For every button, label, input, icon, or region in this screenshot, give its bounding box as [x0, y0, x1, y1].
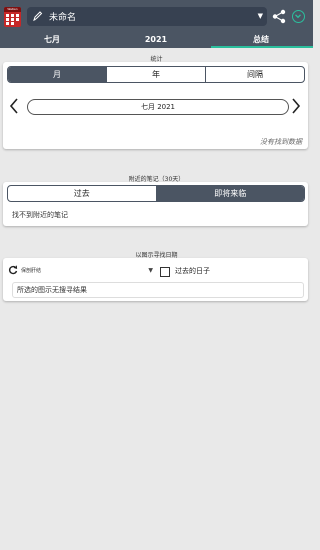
tab-year[interactable]: 2021: [104, 33, 208, 48]
chevron-down-icon: ▼: [257, 12, 263, 20]
app-toolbar: WeKan 未命名 ▼: [0, 0, 313, 33]
past-days-checkbox[interactable]: [160, 267, 170, 277]
calendar-title-dropdown[interactable]: 未命名 ▼: [27, 7, 267, 26]
period-display[interactable]: 七月 2021: [27, 99, 289, 115]
refresh-icon: [8, 265, 18, 275]
find-icon-card: 保剖肝结 ▼ 过去的日子 所选的图示无搜寻结果: [3, 258, 308, 301]
stats-card: 月 年 间隔 七月 2021 没有找到数据: [3, 62, 308, 149]
segment-upcoming[interactable]: 即将来临: [155, 186, 304, 201]
chevron-down-icon: [295, 14, 301, 19]
app-icon-label: WeKan: [4, 7, 21, 12]
app-calendar-icon[interactable]: WeKan: [4, 7, 21, 27]
pen-icon: [33, 11, 43, 22]
tab-summary[interactable]: 总结: [209, 33, 313, 48]
notes-empty-message: 找不到附近的笔记: [12, 211, 68, 219]
icon-dropdown[interactable]: 保剖肝结 ▼: [8, 265, 153, 276]
segment-month[interactable]: 月: [8, 67, 106, 82]
chevron-left-icon[interactable]: [9, 98, 19, 114]
segment-past[interactable]: 过去: [8, 186, 156, 201]
segment-interval[interactable]: 间隔: [205, 67, 304, 82]
calendar-grid-icon: [6, 14, 19, 25]
no-data-message: 没有找到数据: [260, 138, 302, 146]
icon-dropdown-label: 保剖肝结: [21, 268, 42, 274]
past-days-label: 过去的日子: [175, 267, 210, 275]
notes-card: 过去 即将来临 找不到附近的笔记: [3, 182, 308, 226]
segment-year[interactable]: 年: [106, 67, 205, 82]
chevron-right-icon[interactable]: [291, 98, 301, 114]
notes-segmented: 过去 即将来临: [7, 185, 305, 202]
expand-menu-button[interactable]: [292, 10, 305, 23]
tab-month[interactable]: 七月: [0, 33, 104, 48]
share-icon[interactable]: [272, 9, 286, 24]
view-tabs: 七月 2021 总结: [0, 33, 313, 48]
chevron-down-icon: ▼: [148, 267, 153, 274]
stats-period-segmented: 月 年 间隔: [7, 66, 305, 83]
calendar-title: 未命名: [49, 13, 77, 23]
icon-search-result: 所选的图示无搜寻结果: [12, 282, 304, 298]
